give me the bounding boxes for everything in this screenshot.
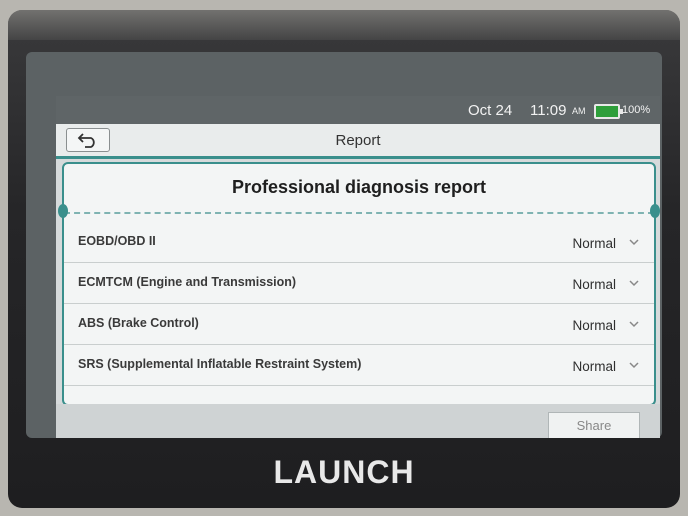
chevron-down-icon[interactable] [628, 277, 640, 289]
battery-icon [594, 104, 623, 119]
battery-percent: 100% [622, 104, 651, 116]
footer-bar: Share [56, 404, 660, 438]
system-row-eobd[interactable]: EOBD/OBD II Normal [64, 222, 654, 263]
screen: Oct 24 11:09 AM 100% Report Professional… [56, 96, 660, 438]
system-row-abs[interactable]: ABS (Brake Control) Normal [64, 304, 654, 345]
system-name: SRS (Supplemental Inflatable Restraint S… [78, 357, 362, 371]
report-title: Professional diagnosis report [231, 177, 487, 197]
card-notch-right [650, 204, 660, 218]
system-status: Normal [572, 359, 616, 374]
page-title: Report [335, 132, 381, 149]
system-status: Normal [572, 318, 616, 333]
system-status: Normal [572, 277, 616, 292]
report-header: Professional diagnosis report [64, 164, 654, 214]
title-bar: Report [56, 124, 660, 159]
card-notch-left [58, 204, 68, 218]
chevron-down-icon[interactable] [628, 359, 640, 371]
brand-logo: LAUNCH [273, 454, 415, 490]
system-row-ecm-tcm[interactable]: ECMTCM (Engine and Transmission) Normal [64, 263, 654, 304]
status-time: 11:09 [530, 102, 567, 119]
system-list: EOBD/OBD II Normal ECMTCM (Engine and Tr… [64, 222, 654, 386]
share-button[interactable]: Share [548, 412, 640, 438]
status-date: Oct 24 [468, 102, 513, 119]
system-name: ABS (Brake Control) [78, 316, 199, 330]
status-ampm: AM [572, 106, 586, 116]
system-name: ECMTCM (Engine and Transmission) [78, 275, 297, 289]
system-name: EOBD/OBD II [78, 234, 156, 248]
report-card: Professional diagnosis report EOBD/OBD I… [58, 162, 660, 406]
status-bar: Oct 24 11:09 AM 100% [56, 96, 660, 124]
device-bezel [8, 10, 680, 40]
chevron-down-icon[interactable] [628, 318, 640, 330]
chevron-down-icon[interactable] [628, 236, 640, 248]
system-row-srs[interactable]: SRS (Supplemental Inflatable Restraint S… [64, 345, 654, 386]
system-status: Normal [572, 236, 616, 251]
